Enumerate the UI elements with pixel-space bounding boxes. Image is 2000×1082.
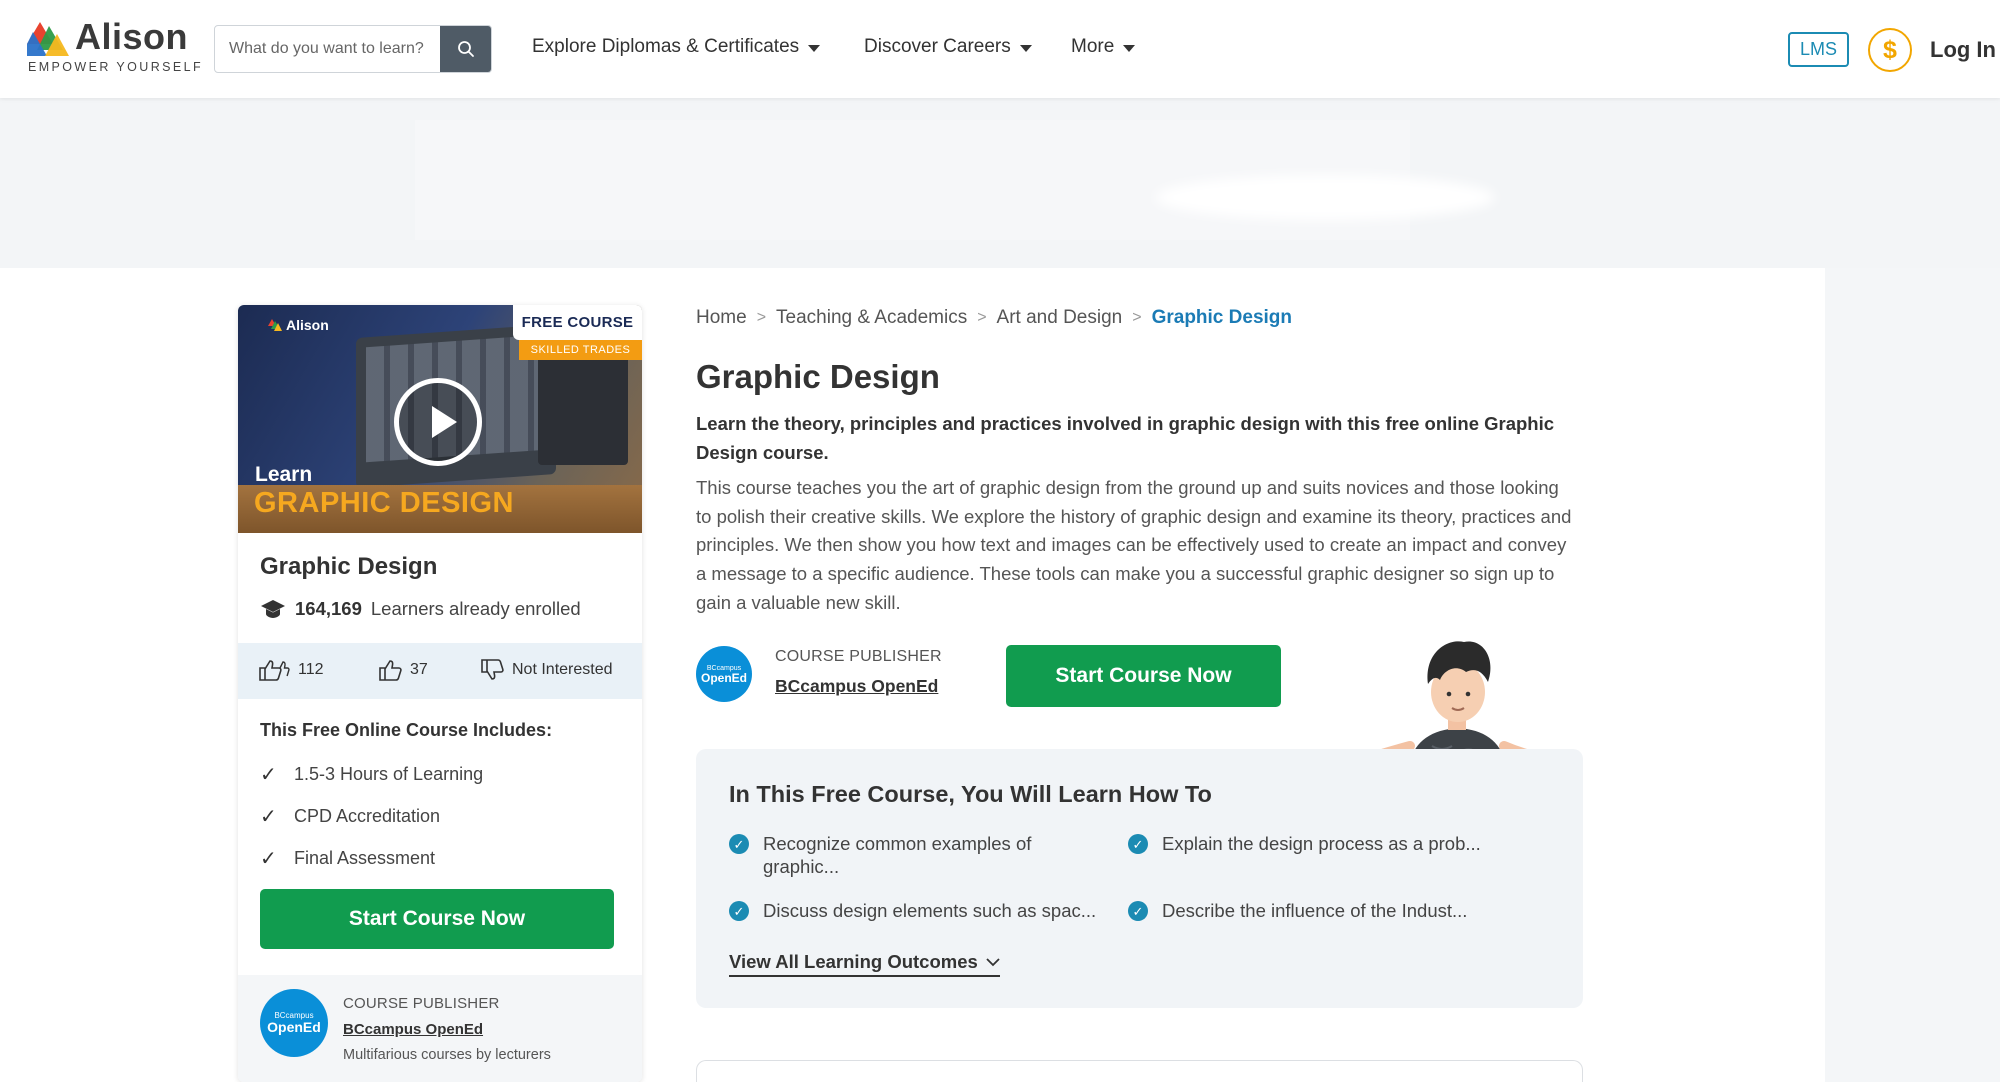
enrolled-label: Learners already enrolled [371,598,581,620]
card-start-course-button[interactable]: Start Course Now [260,889,614,949]
outcome-item: ✓ Recognize common examples of graphic..… [729,832,1099,878]
lms-button[interactable]: LMS [1788,32,1849,67]
thumbs-up-icon [378,659,402,681]
breadcrumb-teaching[interactable]: Teaching & Academics [776,307,967,329]
nav-careers-label: Discover Careers [864,36,1011,58]
thumbnail-brand: Alison [268,317,329,333]
caret-down-icon [1123,45,1135,52]
check-circle-icon: ✓ [729,834,749,854]
includes-item: ✓ CPD Accreditation [260,804,440,829]
like-count: 112 [298,661,324,679]
chevron-down-icon [986,958,1000,967]
free-course-badge: FREE COURSE [513,305,642,340]
category-badge: SKILLED TRADES [519,340,642,360]
thumbs-up-count: 37 [410,661,428,679]
publisher-logo[interactable]: BCcampus OpenEd [260,989,328,1057]
logo-tagline: EMPOWER YOURSELF [28,60,203,74]
breadcrumb-art-design[interactable]: Art and Design [997,307,1123,329]
breadcrumb-home[interactable]: Home [696,307,747,329]
search-box [214,25,492,73]
card-publisher: BCcampus OpenEd COURSE PUBLISHER BCcampu… [238,975,642,1082]
course-lead: Learn the theory, principles and practic… [696,409,1576,467]
thumbnail-line2: GRAPHIC DESIGN [254,487,514,520]
search-icon [457,40,475,58]
publisher-description: Multifarious courses by lecturers [343,1047,551,1063]
search-button[interactable] [440,26,491,72]
play-button[interactable] [394,378,482,466]
publisher-logo[interactable]: BCcampus OpenEd [696,646,752,702]
thumbs-up-icon [258,659,290,681]
check-icon: ✓ [260,804,278,829]
check-icon: ✓ [260,846,278,871]
publisher-label: COURSE PUBLISHER [775,648,942,666]
caret-down-icon [1020,45,1032,52]
logo-text: Alison [75,16,188,58]
publisher-name-link[interactable]: BCcampus OpenEd [775,676,938,697]
login-link[interactable]: Log In [1930,37,1996,63]
alison-logo[interactable]: Alison EMPOWER YOURSELF [27,20,192,78]
breadcrumb-current[interactable]: Graphic Design [1152,307,1292,329]
graduation-cap-icon [260,599,286,619]
nav-explore-diplomas[interactable]: Explore Diplomas & Certificates [532,36,820,58]
course-card: Alison FREE COURSE SKILLED TRADES Learn … [238,305,642,1082]
not-interested-label: Not Interested [512,661,613,679]
nav-more[interactable]: More [1071,36,1135,58]
rating-bar: 112 37 Not Interested [238,643,642,699]
play-icon [432,406,457,438]
learning-outcomes-panel: In This Free Course, You Will Learn How … [696,749,1583,1008]
chevron-right-icon: > [977,309,986,327]
course-thumbnail[interactable]: Alison FREE COURSE SKILLED TRADES Learn … [238,305,642,533]
thumbs-down-icon [480,659,504,681]
course-description: This course teaches you the art of graph… [696,474,1576,618]
outcomes-title: In This Free Course, You Will Learn How … [729,781,1212,808]
dollar-icon[interactable]: $ [1868,28,1912,72]
breadcrumb: Home > Teaching & Academics > Art and De… [696,307,1292,329]
nav-more-label: More [1071,36,1114,58]
page-title: Graphic Design [696,358,940,396]
like-button[interactable]: 112 [258,659,324,681]
nav-discover-careers[interactable]: Discover Careers [864,36,1032,58]
enrolled-count: 164,169 [295,598,362,620]
chevron-right-icon: > [757,309,766,327]
thumbnail-line1: Learn [255,463,312,487]
alison-logo-mark-icon [27,22,69,58]
publisher-name-link[interactable]: BCcampus OpenEd [343,1021,483,1038]
outcome-item: ✓ Discuss design elements such as spac..… [729,899,1129,922]
card-course-title: Graphic Design [260,553,437,581]
ad-banner [0,98,2000,268]
includes-item: ✓ 1.5-3 Hours of Learning [260,762,483,787]
chevron-right-icon: > [1132,309,1141,327]
check-circle-icon: ✓ [1128,901,1148,921]
outcome-item: ✓ Explain the design process as a prob..… [1128,832,1548,855]
outcome-item: ✓ Describe the influence of the Indust..… [1128,899,1548,922]
ad-banner-blur [1155,175,1495,220]
site-header: Alison EMPOWER YOURSELF Explore Diplomas… [0,0,2000,98]
publisher-label: COURSE PUBLISHER [343,995,500,1012]
thumbs-up-button[interactable]: 37 [378,659,428,681]
alison-logo-mark-icon [268,319,282,331]
not-interested-button[interactable]: Not Interested [480,659,613,681]
monitor-illustration-2 [538,345,628,465]
includes-title: This Free Online Course Includes: [260,720,552,741]
search-input[interactable] [215,26,441,72]
next-section-panel [696,1060,1583,1082]
check-circle-icon: ✓ [1128,834,1148,854]
enrollment-info: 164,169 Learners already enrolled [260,598,581,620]
check-icon: ✓ [260,762,278,787]
caret-down-icon [808,45,820,52]
ad-banner-placeholder [415,120,1410,240]
view-all-outcomes-link[interactable]: View All Learning Outcomes [729,951,1000,977]
nav-explore-label: Explore Diplomas & Certificates [532,36,799,58]
check-circle-icon: ✓ [729,901,749,921]
start-course-button[interactable]: Start Course Now [1006,645,1281,707]
includes-item: ✓ Final Assessment [260,846,435,871]
